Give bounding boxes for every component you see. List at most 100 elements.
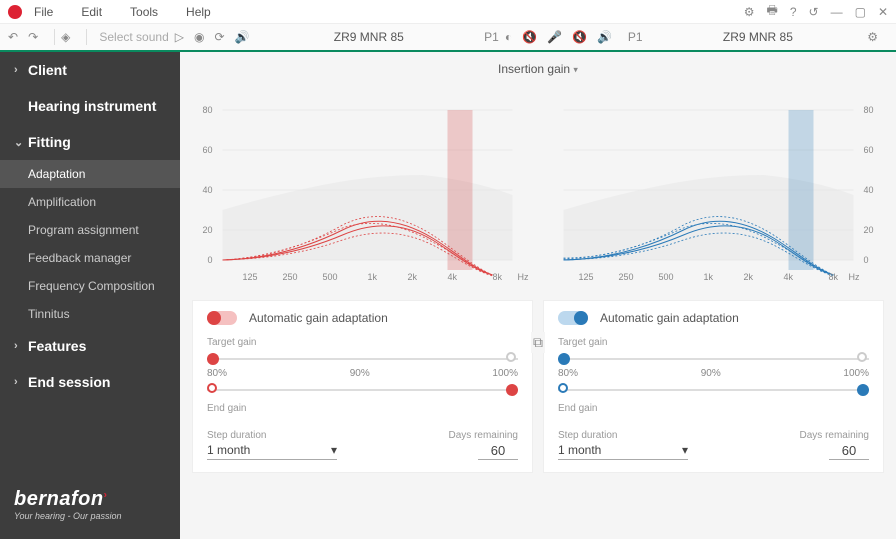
refresh-icon[interactable]: ↺ (809, 5, 819, 19)
link-sides-icon[interactable]: ⧉ (531, 332, 545, 353)
maximize-icon[interactable]: ▢ (855, 5, 866, 19)
svg-text:Hz: Hz (518, 272, 529, 282)
side-left-icon[interactable]: ◐ (505, 30, 512, 44)
svg-text:0: 0 (207, 255, 212, 265)
days-remaining-value-left: 60 (478, 443, 518, 460)
tick-80: 80% (207, 368, 227, 379)
svg-text:250: 250 (283, 272, 298, 282)
brand-tagline: Your hearing - Our passion (14, 511, 166, 521)
speaker-left-icon[interactable]: 🔊 (235, 30, 250, 44)
step-duration-dropdown-right[interactable]: 1 month ▾ (558, 441, 688, 460)
svg-text:4k: 4k (784, 272, 794, 282)
gear-icon[interactable]: ⚙ (744, 5, 755, 19)
app-logo-icon (8, 5, 22, 19)
sidebar-hearing-instrument[interactable]: Hearing instrument (0, 88, 180, 124)
chart-title-dropdown-icon[interactable]: ▾ (573, 64, 578, 74)
step-duration-dropdown-left[interactable]: 1 month ▾ (207, 441, 337, 460)
toolbar: ↶ ↷ ◈ Select sound ▷ ◉ ⟳ 🔊 ZR9 MNR 85 P1… (0, 24, 896, 52)
target-gain-slider-right[interactable] (558, 352, 869, 366)
aga-toggle-right[interactable] (558, 311, 588, 325)
sidebar-label: Client (28, 62, 67, 78)
select-sound-label[interactable]: Select sound (99, 30, 168, 44)
sidebar-fitting[interactable]: ⌄Fitting (0, 124, 180, 160)
program-left-label[interactable]: P1 (484, 30, 499, 44)
tick-90: 90% (701, 368, 721, 379)
svg-text:2k: 2k (744, 272, 754, 282)
device-left-label: ZR9 MNR 85 (334, 30, 404, 44)
sidebar-features[interactable]: ›Features (0, 328, 180, 364)
sidebar-end-session[interactable]: ›End session (0, 364, 180, 400)
target-gain-label: Target gain (558, 337, 869, 348)
tick-100: 100% (492, 368, 518, 379)
print-icon[interactable]: 🖶 (767, 1, 778, 22)
sidebar-sub-program-assignment[interactable]: Program assignment (0, 216, 180, 244)
target-icon[interactable]: ◈ (61, 30, 70, 44)
record-icon[interactable]: ◉ (194, 30, 204, 44)
svg-text:0: 0 (864, 255, 869, 265)
mic-icon[interactable]: 🎤 (547, 30, 562, 44)
end-gain-slider-left[interactable] (207, 383, 518, 397)
sidebar-label: Fitting (28, 134, 71, 150)
close-icon[interactable]: ✕ (878, 5, 888, 19)
insertion-gain-chart-left[interactable]: 80 60 40 20 0 125 250 500 (192, 80, 533, 290)
chart-title[interactable]: Insertion gain ▾ (192, 62, 884, 76)
insertion-gain-chart-right[interactable]: 80 60 40 20 0 125 250 500 (543, 80, 884, 290)
sidebar-label: End session (28, 374, 110, 390)
chevron-down-icon: ▾ (331, 443, 337, 457)
svg-text:500: 500 (659, 272, 674, 282)
svg-text:500: 500 (323, 272, 338, 282)
loop-icon[interactable]: ⟳ (214, 30, 224, 44)
step-duration-label: Step duration (207, 430, 337, 441)
chevron-right-icon: › (14, 340, 28, 352)
help-icon[interactable]: ? (790, 5, 797, 19)
menu-tools[interactable]: Tools (130, 5, 158, 19)
menu-file[interactable]: File (34, 5, 53, 19)
aga-toggle-left[interactable] (207, 311, 237, 325)
redo-icon[interactable]: ↷ (28, 30, 38, 44)
tick-80: 80% (558, 368, 578, 379)
svg-text:40: 40 (864, 185, 874, 195)
sidebar-client[interactable]: ›Client (0, 52, 180, 88)
sidebar-sub-feedback-manager[interactable]: Feedback manager (0, 244, 180, 272)
svg-text:Hz: Hz (849, 272, 860, 282)
svg-text:1k: 1k (368, 272, 378, 282)
undo-icon[interactable]: ↶ (8, 30, 18, 44)
tick-100: 100% (843, 368, 869, 379)
sidebar-label: Hearing instrument (28, 98, 156, 114)
sidebar-sub-adaptation[interactable]: Adaptation (0, 160, 180, 188)
program-right-label[interactable]: P1 (628, 30, 643, 44)
step-duration-label: Step duration (558, 430, 688, 441)
target-gain-slider-left[interactable] (207, 352, 518, 366)
settings-right-icon[interactable]: ⚙ (867, 30, 878, 44)
sidebar-sub-amplification[interactable]: Amplification (0, 188, 180, 216)
svg-text:40: 40 (202, 185, 212, 195)
mute-left-icon[interactable]: 🔇 (522, 30, 537, 44)
speaker-right-icon[interactable]: 🔊 (597, 30, 612, 44)
svg-text:250: 250 (619, 272, 634, 282)
play-icon[interactable]: ▷ (175, 30, 184, 44)
svg-text:20: 20 (202, 225, 212, 235)
tick-90: 90% (350, 368, 370, 379)
svg-text:60: 60 (864, 145, 874, 155)
content-area: Insertion gain ▾ 80 60 40 20 0 (180, 52, 896, 539)
svg-text:2k: 2k (408, 272, 418, 282)
svg-text:125: 125 (243, 272, 258, 282)
svg-text:80: 80 (202, 105, 212, 115)
mute-right-icon[interactable]: 🔇 (572, 30, 587, 44)
menu-edit[interactable]: Edit (81, 5, 102, 19)
brand-name: bernafon› (14, 488, 166, 511)
menu-help[interactable]: Help (186, 5, 211, 19)
end-gain-label: End gain (207, 403, 518, 414)
svg-text:20: 20 (864, 225, 874, 235)
sidebar-sub-frequency-composition[interactable]: Frequency Composition (0, 272, 180, 300)
brand-accent-icon: › (104, 489, 108, 500)
end-gain-slider-right[interactable] (558, 383, 869, 397)
sidebar-sub-tinnitus[interactable]: Tinnitus (0, 300, 180, 328)
chevron-down-icon: ▾ (682, 443, 688, 457)
chevron-right-icon: › (14, 64, 28, 76)
svg-text:1k: 1k (704, 272, 714, 282)
adaptation-panel-left: Automatic gain adaptation Target gain 80… (192, 300, 533, 473)
device-right-label: ZR9 MNR 85 (723, 30, 793, 44)
svg-text:8k: 8k (493, 272, 503, 282)
minimize-icon[interactable]: — (831, 5, 843, 19)
